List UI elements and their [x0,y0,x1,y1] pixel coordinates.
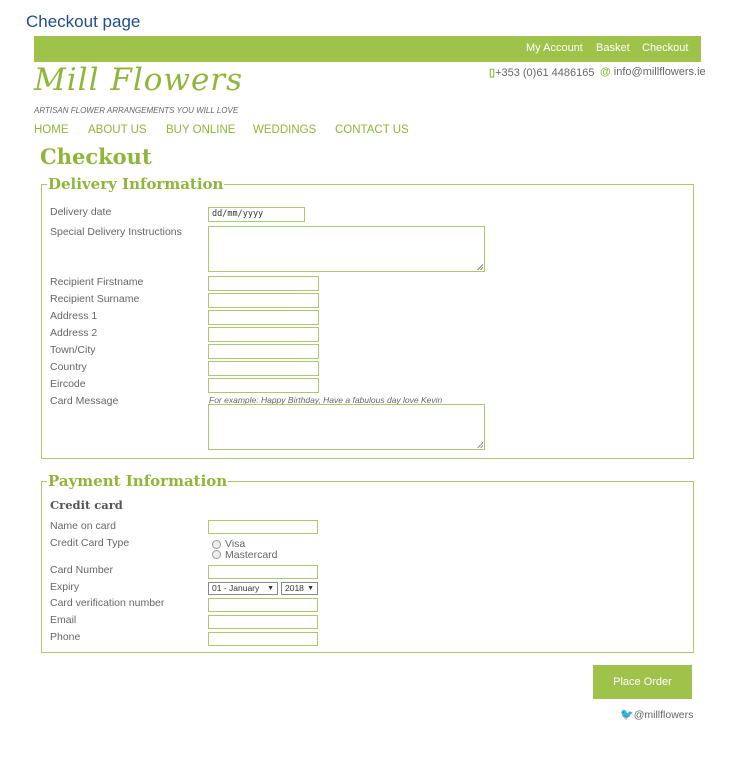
card-message-textarea[interactable] [208,404,485,450]
eircode-input[interactable] [208,378,319,393]
name-on-card-label: Name on card [50,520,116,532]
expiry-month-select[interactable]: 01 - January ▼ [208,582,278,595]
surname-input[interactable] [208,293,319,308]
expiry-year-value: 2018 [285,583,304,593]
email-contact[interactable]: @ info@millflowers.ie [600,66,706,78]
phone-label: Phone [50,631,81,643]
place-order-button[interactable]: Place Order [593,665,692,699]
nav-home[interactable]: HOME [34,124,69,136]
expiry-month-value: 01 - January [212,583,260,593]
phone-number: +353 (0)61 4486165 [495,67,595,79]
address1-input[interactable] [208,310,319,325]
card-number-input[interactable] [208,565,318,579]
chevron-down-icon: ▼ [307,585,314,592]
mastercard-radio[interactable] [212,550,221,559]
top-bar: My Account Basket Checkout [34,36,701,62]
twitter-link[interactable]: 🐦@millflowers [620,708,693,721]
address2-label: Address 2 [50,327,98,339]
nav-buy-online[interactable]: BUY ONLINE [166,124,235,136]
address1-label: Address 1 [50,310,98,322]
site-logo[interactable]: Mill Flowers [34,62,243,98]
chevron-down-icon: ▼ [267,585,274,592]
checkout-link[interactable]: Checkout [642,42,688,54]
email-input[interactable] [208,615,318,629]
cvn-label: Card verification number [50,597,165,609]
nav-contact-us[interactable]: CONTACT US [335,124,409,136]
delivery-date-input[interactable]: dd/mm/yyyy [208,207,305,222]
town-input[interactable] [208,344,319,359]
instructions-textarea[interactable] [208,226,485,272]
firstname-input[interactable] [208,276,319,291]
credit-card-heading: Credit card [50,498,123,512]
basket-link[interactable]: Basket [596,42,630,54]
cvn-input[interactable] [208,598,318,612]
resize-grip-icon[interactable] [477,264,483,270]
mastercard-label[interactable]: Mastercard [225,549,278,561]
email-address[interactable]: info@millflowers.ie [614,66,706,78]
page-label: Checkout page [26,12,141,31]
twitter-handle[interactable]: @millflowers [634,709,694,721]
eircode-label: Eircode [50,378,86,390]
nav-weddings[interactable]: WEDDINGS [253,124,316,136]
visa-radio[interactable] [212,540,221,549]
address2-input[interactable] [208,327,319,342]
name-on-card-input[interactable] [208,520,318,534]
card-message-label: Card Message [50,395,119,407]
email-label: Email [50,614,77,626]
expiry-label: Expiry [50,581,80,593]
tagline: ARTISAN FLOWER ARRANGEMENTS YOU WILL LOV… [34,106,239,115]
town-label: Town/City [50,344,96,356]
nav-about-us[interactable]: ABOUT US [88,124,147,136]
phone-input[interactable] [208,632,318,646]
at-icon: @ [600,66,611,78]
resize-grip-icon[interactable] [477,442,483,448]
instructions-label: Special Delivery Instructions [50,226,182,238]
country-label: Country [50,361,87,373]
country-input[interactable] [208,361,319,376]
my-account-link[interactable]: My Account [526,42,583,54]
expiry-year-select[interactable]: 2018 ▼ [281,582,318,595]
card-number-label: Card Number [50,564,114,576]
payment-fieldset [41,481,694,653]
page-title: Checkout [40,144,152,169]
surname-label: Recipient Surname [50,293,140,305]
twitter-icon: 🐦 [620,709,634,721]
firstname-label: Recipient Firstname [50,276,144,288]
payment-legend: Payment Information [47,472,229,490]
phone-contact: ▯+353 (0)61 4486165 [489,66,594,79]
delivery-date-label: Delivery date [50,206,112,218]
delivery-legend: Delivery Information [47,175,225,193]
card-type-label: Credit Card Type [50,537,130,549]
